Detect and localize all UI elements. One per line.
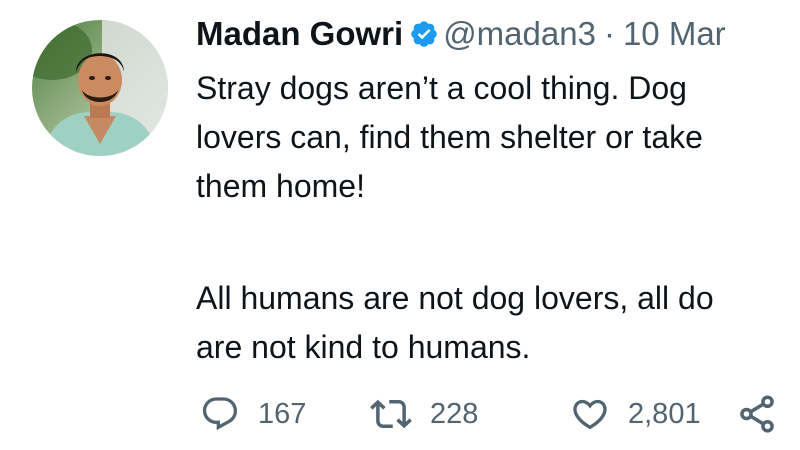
heart-icon (570, 394, 610, 434)
verified-badge-icon (409, 14, 439, 47)
tweet-body-line: are not kind to humans. (196, 329, 531, 365)
tweet-actions: 167 228 2,801 (200, 392, 800, 436)
retweet-button[interactable]: 228 (370, 392, 478, 436)
user-handle[interactable]: @madan3 (443, 15, 596, 52)
retweet-icon (370, 393, 412, 435)
share-icon (736, 393, 778, 435)
display-name[interactable]: Madan Gowri (196, 15, 403, 52)
like-count: 2,801 (628, 397, 701, 430)
tweet-body: Stray dogs aren’t a cool thing. Dog love… (196, 64, 714, 372)
reply-count: 167 (258, 397, 307, 430)
tweet-date[interactable]: 10 Mar (623, 15, 726, 52)
like-button[interactable]: 2,801 (570, 392, 701, 436)
tweet-body-line: All humans are not dog lovers, all do (196, 280, 714, 316)
tweet-body-line: them home! (196, 168, 365, 204)
avatar-image (32, 20, 168, 156)
tweet-header: Madan Gowri @madan3 · 10 Mar (196, 10, 726, 58)
retweet-count: 228 (430, 397, 479, 430)
tweet-body-line: lovers can, find them shelter or take (196, 119, 703, 155)
share-button[interactable] (736, 392, 778, 436)
header-separator: · (603, 15, 615, 52)
tweet[interactable]: Madan Gowri @madan3 · 10 Mar Stray dogs ar… (0, 0, 800, 450)
reply-icon (200, 394, 240, 434)
tweet-body-line: Stray dogs aren’t a cool thing. Dog (196, 70, 687, 106)
avatar[interactable] (32, 20, 168, 156)
reply-button[interactable]: 167 (200, 392, 306, 436)
